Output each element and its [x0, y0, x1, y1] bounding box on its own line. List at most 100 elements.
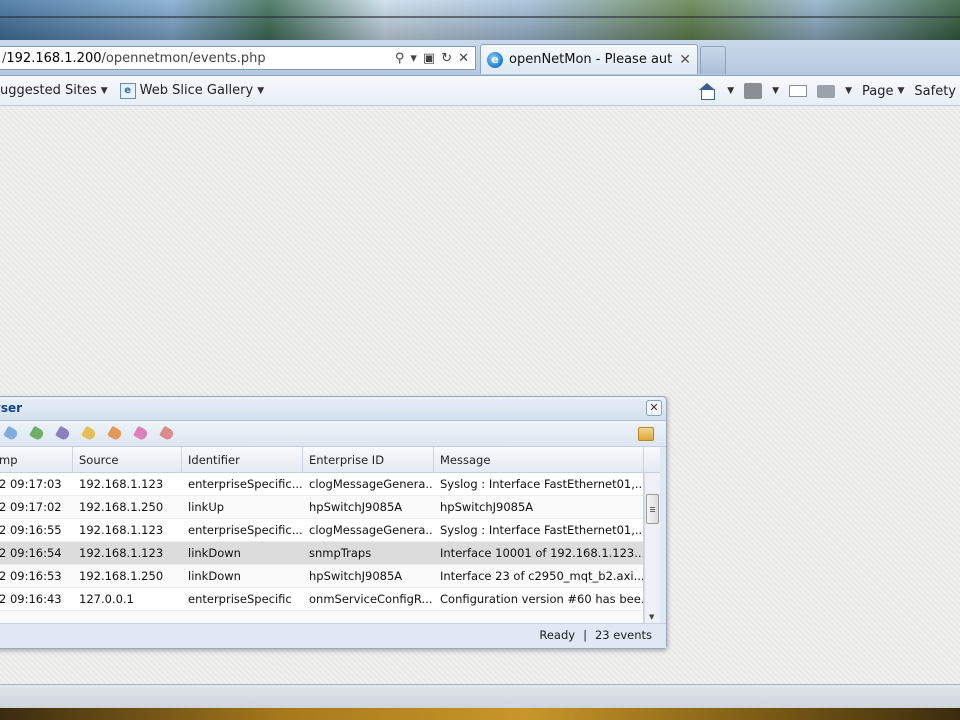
home-icon[interactable] — [699, 83, 717, 100]
grid-header-scroll-cap — [644, 447, 660, 473]
web-slice-gallery-label: Web Slice Gallery — [139, 83, 254, 98]
scrollbar-grip — [650, 507, 655, 508]
desktop-bottom-strip — [0, 708, 960, 720]
cell-source: 192.168.1.250 — [79, 500, 164, 514]
chevron-down-icon: ▼ — [257, 85, 265, 96]
table-row[interactable]: 2 09:16:43 127.0.0.1 enterpriseSpecific … — [0, 588, 643, 611]
cell-message: Syslog : Interface FastEthernet01,... — [440, 477, 644, 491]
cell-enterprise-id: clogMessageGenera... — [309, 523, 434, 537]
tab-title: openNetMon - Please auth... — [509, 52, 673, 67]
address-url[interactable]: /192.168.1.200/opennetmon/events.php — [0, 51, 395, 66]
cell-source: 192.168.1.123 — [79, 523, 164, 537]
table-row-selected[interactable]: 2 09:16:54 192.168.1.123 linkDown snmpTr… — [0, 542, 643, 565]
status-event-count: 23 events — [594, 628, 652, 642]
web-slice-icon: e — [119, 82, 136, 99]
column-header-enterprise-id[interactable]: Enterprise ID — [303, 447, 434, 473]
cell-timestamp: 2 09:16:55 — [0, 523, 62, 537]
chevron-down-icon[interactable]: ▼ — [845, 86, 852, 96]
column-header-identifier[interactable]: Identifier — [182, 447, 303, 473]
cell-enterprise-id: clogMessageGenera... — [309, 477, 434, 491]
page-menu[interactable]: Page ▼ — [862, 84, 904, 99]
cell-timestamp: 2 09:16:43 — [0, 592, 62, 606]
tag-icon[interactable] — [133, 425, 149, 442]
cell-identifier: linkDown — [188, 569, 241, 583]
new-tab-button[interactable] — [700, 46, 726, 74]
table-row[interactable]: 2 09:16:55 192.168.1.123 enterpriseSpeci… — [0, 519, 643, 542]
cell-enterprise-id: hpSwitchJ9085A — [309, 500, 403, 514]
table-row[interactable]: 2 09:17:03 192.168.1.123 enterpriseSpeci… — [0, 473, 643, 496]
status-separator: | — [583, 628, 587, 642]
feeds-icon[interactable] — [744, 83, 763, 99]
vertical-scrollbar[interactable]: ▼ — [644, 473, 660, 623]
address-path: /opennetmon/events.php — [101, 50, 266, 66]
tag-icon[interactable] — [107, 425, 123, 442]
scroll-down-icon[interactable]: ▼ — [649, 613, 654, 621]
address-bar[interactable]: /192.168.1.200/opennetmon/events.php ⚲ ▾… — [0, 46, 476, 70]
page-menu-label: Page — [862, 83, 894, 99]
tag-icon[interactable] — [29, 425, 45, 442]
window-toolbar — [0, 421, 666, 447]
cell-message: Interface 23 of c2950_mqt_b2.axi... — [440, 569, 644, 583]
chevron-down-icon[interactable]: ▼ — [772, 86, 779, 96]
cell-source: 192.168.1.123 — [79, 546, 164, 560]
cell-enterprise-id: onmServiceConfigR... — [309, 592, 433, 606]
compatibility-view-icon[interactable]: ▣ — [423, 51, 435, 66]
favorites-command-bar: uggested Sites ▼ e Web Slice Gallery ▼ ▼… — [0, 76, 960, 106]
column-header-message[interactable]: Message — [434, 447, 643, 473]
suggested-sites-label: uggested Sites — [0, 83, 97, 98]
table-row[interactable]: 2 09:17:02 192.168.1.250 linkUp hpSwitch… — [0, 496, 643, 519]
tag-icon[interactable] — [3, 425, 19, 442]
table-row[interactable]: 2 09:16:53 192.168.1.250 linkDown hpSwit… — [0, 565, 643, 588]
cell-enterprise-id: snmpTraps — [309, 546, 372, 560]
column-header-source[interactable]: Source — [73, 447, 182, 473]
cell-message: Syslog : Interface FastEthernet01,... — [440, 523, 644, 537]
refresh-icon[interactable]: ↻ — [441, 51, 452, 66]
cell-identifier: enterpriseSpecific... — [188, 477, 303, 491]
grid-header: mp Source Identifier Enterprise ID Messa… — [0, 447, 643, 473]
chevron-down-icon[interactable]: ▼ — [727, 86, 734, 96]
tag-icon[interactable] — [81, 425, 97, 442]
browser-bottom-frame — [0, 684, 960, 708]
export-icon[interactable] — [638, 427, 654, 441]
chevron-down-icon: ▼ — [897, 86, 905, 96]
tab-opennetmon[interactable]: e openNetMon - Please auth... ✕ — [480, 44, 698, 74]
window-title: vser — [0, 401, 23, 415]
cell-identifier: enterpriseSpecific... — [188, 523, 303, 537]
cell-source: 127.0.0.1 — [79, 592, 134, 606]
cell-identifier: linkDown — [188, 546, 241, 560]
print-icon[interactable] — [817, 84, 836, 98]
chevron-down-icon[interactable]: ▾ — [410, 51, 417, 66]
cell-timestamp: 2 09:17:02 — [0, 500, 62, 514]
status-ready: Ready — [539, 628, 576, 642]
events-grid: mp Source Identifier Enterprise ID Messa… — [0, 447, 644, 623]
cell-message: Interface 10001 of 192.168.1.123... — [440, 546, 644, 560]
column-header-timestamp[interactable]: mp — [0, 447, 73, 473]
search-icon[interactable]: ⚲ — [395, 51, 405, 66]
browser-tab-bar: /192.168.1.200/opennetmon/events.php ⚲ ▾… — [0, 40, 960, 76]
suggested-sites-link[interactable]: uggested Sites ▼ — [0, 83, 108, 98]
window-header[interactable]: vser ✕ — [0, 397, 666, 421]
table-row-partial[interactable] — [0, 611, 643, 623]
close-button[interactable]: ✕ — [646, 400, 662, 416]
address-host: 192.168.1.200 — [6, 50, 102, 66]
scrollbar-thumb[interactable] — [646, 494, 659, 524]
tab-close-icon[interactable]: ✕ — [679, 52, 691, 68]
events-browser-window: vser ✕ mp Source Identifier Enterprise I… — [0, 396, 667, 649]
stop-icon[interactable]: ✕ — [458, 51, 469, 66]
cell-message: hpSwitchJ9085A — [440, 500, 534, 514]
cell-identifier: enterpriseSpecific — [188, 592, 292, 606]
tag-icon[interactable] — [159, 425, 175, 442]
cell-timestamp: 2 09:16:53 — [0, 569, 62, 583]
read-mail-icon[interactable] — [789, 85, 808, 97]
cell-message: Configuration version #60 has bee... — [440, 592, 644, 606]
cell-timestamp: 2 09:16:54 — [0, 546, 62, 560]
cell-source: 192.168.1.250 — [79, 569, 164, 583]
ie-page-icon: e — [487, 51, 503, 68]
tag-icon[interactable] — [55, 425, 71, 442]
safety-menu[interactable]: Safety — [914, 84, 956, 99]
window-status-bar: Ready | 23 events — [0, 623, 666, 648]
safety-menu-label: Safety — [914, 83, 956, 99]
cell-enterprise-id: hpSwitchJ9085A — [309, 569, 403, 583]
cell-source: 192.168.1.123 — [79, 477, 164, 491]
web-slice-gallery-link[interactable]: e Web Slice Gallery ▼ — [119, 82, 265, 99]
